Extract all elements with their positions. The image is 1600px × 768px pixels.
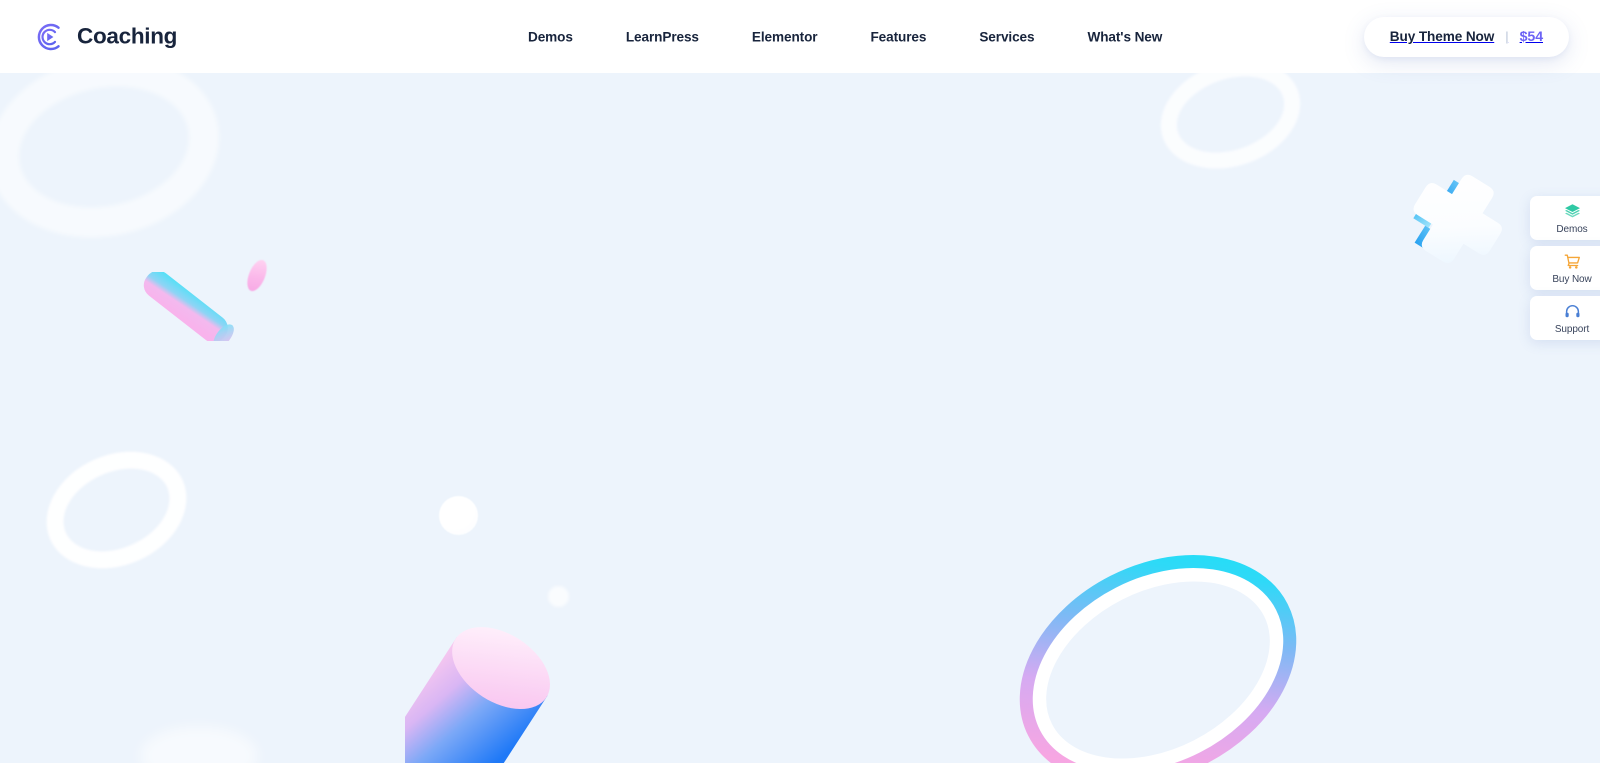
page-root: Coaching Demos LearnPress Elementor Feat… (0, 0, 1600, 768)
layers-icon (1564, 203, 1581, 220)
side-widget-support-button[interactable]: Support (1530, 296, 1600, 340)
floating-side-widget: Demos Buy Now Support (1530, 196, 1600, 340)
small-sphere-decoration (548, 586, 569, 607)
nav-item-whats-new[interactable]: What's New (1087, 21, 1162, 52)
headset-icon (1564, 303, 1581, 320)
brand-logo-link[interactable]: Coaching (33, 20, 177, 53)
gradient-cylinder-large-decoration (375, 625, 590, 768)
nav-item-demos[interactable]: Demos (528, 21, 573, 52)
buy-theme-now-label: Buy Theme Now (1389, 29, 1495, 44)
side-widget-buy-now-button[interactable]: Buy Now (1530, 246, 1600, 290)
pink-capsule-decoration (243, 257, 271, 294)
coaching-circle-c-logo-icon (33, 20, 66, 53)
nav-item-learnpress[interactable]: LearnPress (626, 21, 699, 52)
side-widget-demos-label: Demos (1556, 224, 1588, 235)
side-widget-support-label: Support (1554, 324, 1590, 335)
bottom-white-strip (0, 763, 1600, 768)
site-header: Coaching Demos LearnPress Elementor Feat… (0, 0, 1600, 73)
nav-item-features[interactable]: Features (870, 21, 926, 52)
white-ring-left-decoration (27, 430, 206, 590)
side-widget-buy-now-label: Buy Now (1552, 274, 1592, 285)
brand-name: Coaching (77, 23, 178, 49)
cross-3d-decoration (1392, 162, 1508, 278)
main-navigation: Demos LearnPress Elementor Features Serv… (528, 21, 1162, 52)
nav-item-services[interactable]: Services (979, 21, 1034, 52)
side-widget-demos-button[interactable]: Demos (1530, 196, 1600, 240)
gradient-ring-large-decoration (1010, 552, 1305, 768)
buy-theme-price: $54 (1519, 28, 1543, 45)
cart-icon (1564, 253, 1581, 270)
nav-item-elementor[interactable]: Elementor (752, 21, 818, 52)
buy-theme-now-button[interactable]: Buy Theme Now | $54 (1363, 16, 1569, 57)
white-sphere-decoration (439, 496, 478, 535)
blurred-glow-decoration (140, 726, 258, 768)
gradient-rod-decoration (125, 270, 245, 349)
buy-button-separator: | (1505, 29, 1509, 44)
